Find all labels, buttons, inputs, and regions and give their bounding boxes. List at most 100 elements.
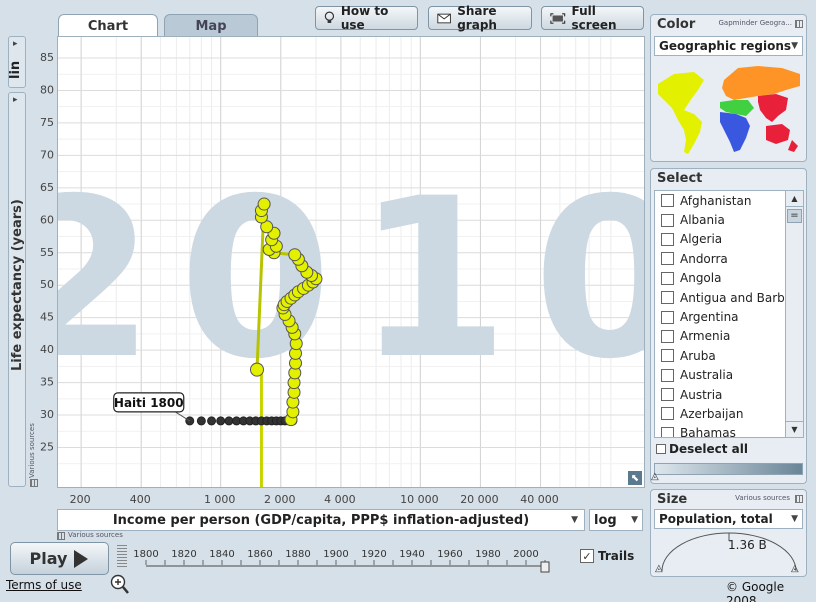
opacity-slider[interactable] <box>654 463 803 475</box>
size-panel: Size Various sources Population, total ▼… <box>650 489 807 577</box>
color-selector[interactable]: Geographic regions ▼ <box>654 36 803 56</box>
fullscreen-icon <box>550 12 566 24</box>
y-scale-toggle[interactable]: ▸ lin <box>8 36 26 88</box>
full-screen-label: Full screen <box>571 4 617 32</box>
trail-bubble[interactable] <box>257 197 271 211</box>
country-item[interactable]: Andorra <box>655 249 803 268</box>
x-axis-sources[interactable]: Various sources <box>68 531 123 539</box>
country-checkbox[interactable] <box>661 310 674 324</box>
country-checkbox[interactable] <box>661 388 674 402</box>
country-label: Bahamas <box>680 426 736 438</box>
country-label: Azerbaijan <box>680 406 744 421</box>
size-max-handle-icon[interactable]: ◬ <box>791 563 799 574</box>
y-tick-label: 60 <box>40 213 54 226</box>
deselect-all-checkbox[interactable] <box>656 444 666 454</box>
size-selector[interactable]: Population, total ▼ <box>654 509 803 529</box>
country-item[interactable]: Austria <box>655 385 803 404</box>
country-checkbox[interactable] <box>661 368 674 382</box>
country-list-scrollbar[interactable]: ▲ = ▼ <box>785 191 803 437</box>
timeline-tick-label: 1920 <box>361 549 386 560</box>
country-checkbox[interactable] <box>661 252 674 266</box>
trail-bubble-dark[interactable] <box>216 416 226 426</box>
x-grid-icon[interactable] <box>57 532 65 540</box>
color-dropdown-icon: ▼ <box>791 41 798 51</box>
country-item[interactable]: Armenia <box>655 327 803 346</box>
how-to-use-button[interactable]: How to use <box>315 4 418 32</box>
country-item[interactable]: Albania <box>655 210 803 229</box>
size-min-handle-icon[interactable]: ◬ <box>655 563 663 574</box>
zoom-in-icon[interactable] <box>110 574 130 596</box>
country-checkbox[interactable] <box>661 291 674 305</box>
country-item[interactable]: Aruba <box>655 346 803 365</box>
y-tick-label: 80 <box>40 83 54 96</box>
country-checkbox[interactable] <box>661 426 674 437</box>
x-axis-dropdown-icon: ▼ <box>571 515 578 525</box>
country-checkbox[interactable] <box>661 407 674 421</box>
region-africa[interactable] <box>720 112 750 152</box>
trail-bubble-dark[interactable] <box>207 416 217 426</box>
size-sources-link[interactable]: Various sources <box>735 494 790 502</box>
country-checkbox[interactable] <box>661 271 674 285</box>
country-item[interactable]: Bahamas <box>655 424 803 438</box>
scroll-down-icon[interactable]: ▼ <box>786 421 803 437</box>
country-checkbox[interactable] <box>661 329 674 343</box>
x-axis-label: Income per person (GDP/capita, PPP$ infl… <box>112 512 530 528</box>
tab-map[interactable]: Map <box>164 14 258 37</box>
full-screen-button[interactable]: Full screen <box>541 4 644 32</box>
country-checkbox[interactable] <box>661 232 674 246</box>
country-item[interactable]: Afghanistan <box>655 191 803 210</box>
y-tick-label: 55 <box>40 246 54 259</box>
scroll-thumb[interactable]: = <box>787 209 802 223</box>
y-tick-label: 65 <box>40 181 54 194</box>
lightbulb-icon <box>324 11 335 23</box>
x-tick-label: 20 000 <box>460 493 499 506</box>
color-selected-label: Geographic regions <box>659 39 792 53</box>
share-graph-button[interactable]: Share graph <box>428 4 532 32</box>
chart-area[interactable]: 2010Haiti 1800 ⬉ <box>57 36 645 488</box>
country-item[interactable]: Azerbaijan <box>655 404 803 423</box>
country-checkbox[interactable] <box>661 194 674 208</box>
trail-bubble-dark[interactable] <box>224 416 234 426</box>
country-item[interactable]: Angola <box>655 269 803 288</box>
deselect-all-button[interactable]: Deselect all <box>656 442 748 456</box>
country-item[interactable]: Antigua and Barb... <box>655 288 803 307</box>
region-americas[interactable] <box>658 72 704 154</box>
x-axis-selector[interactable]: Income per person (GDP/capita, PPP$ infl… <box>57 509 585 531</box>
country-item[interactable]: Australia <box>655 366 803 385</box>
current-bubble[interactable] <box>249 362 264 377</box>
y-tick-label: 40 <box>40 343 54 356</box>
terms-of-use-link[interactable]: Terms of use <box>6 578 82 592</box>
region-europe-central-asia[interactable] <box>722 66 800 100</box>
country-item[interactable]: Algeria <box>655 230 803 249</box>
speed-grip-icon[interactable] <box>117 545 127 569</box>
y-tick-label: 70 <box>40 148 54 161</box>
size-grid-icon[interactable] <box>795 495 803 503</box>
y-axis-selector[interactable]: ▸ Life expectancy (years) <box>8 92 26 487</box>
color-credit-link[interactable]: Gapminder Geogra... <box>718 19 792 27</box>
country-item[interactable]: Argentina <box>655 307 803 326</box>
tab-chart[interactable]: Chart <box>58 14 158 37</box>
chart-svg: 2010Haiti 1800 <box>58 37 644 487</box>
zoom-corner-icon[interactable]: ⬉ <box>628 471 642 485</box>
timeline-handle[interactable] <box>540 561 550 573</box>
country-label: Aruba <box>680 348 716 363</box>
trails-checkbox[interactable]: ✓ <box>580 549 594 563</box>
world-map-legend[interactable] <box>654 60 803 158</box>
scroll-up-icon[interactable]: ▲ <box>786 191 803 207</box>
x-scale-selector[interactable]: log ▼ <box>589 509 643 531</box>
timeline-slider[interactable]: 1800 1820 1840 1860 1880 1900 1920 1940 1960 1980… <box>132 542 572 576</box>
y-tick-label: 25 <box>40 441 54 454</box>
region-east-asia-pacific[interactable] <box>758 94 798 152</box>
share-graph-label: Share graph <box>457 4 497 32</box>
country-checkbox[interactable] <box>661 349 674 363</box>
timeline-tick-label: 1840 <box>209 549 234 560</box>
color-grid-icon[interactable] <box>795 20 803 28</box>
y-tick-label: 85 <box>40 51 54 64</box>
opacity-slider-handle-icon[interactable]: ◬ <box>651 471 659 482</box>
trail-bubble-dark[interactable] <box>196 416 206 426</box>
country-checkbox[interactable] <box>661 213 674 227</box>
timeline-tick-label: 1940 <box>399 549 424 560</box>
play-button[interactable]: Play <box>10 542 109 575</box>
trail-bubble[interactable] <box>288 248 302 262</box>
trails-toggle[interactable]: ✓ Trails <box>580 549 634 563</box>
